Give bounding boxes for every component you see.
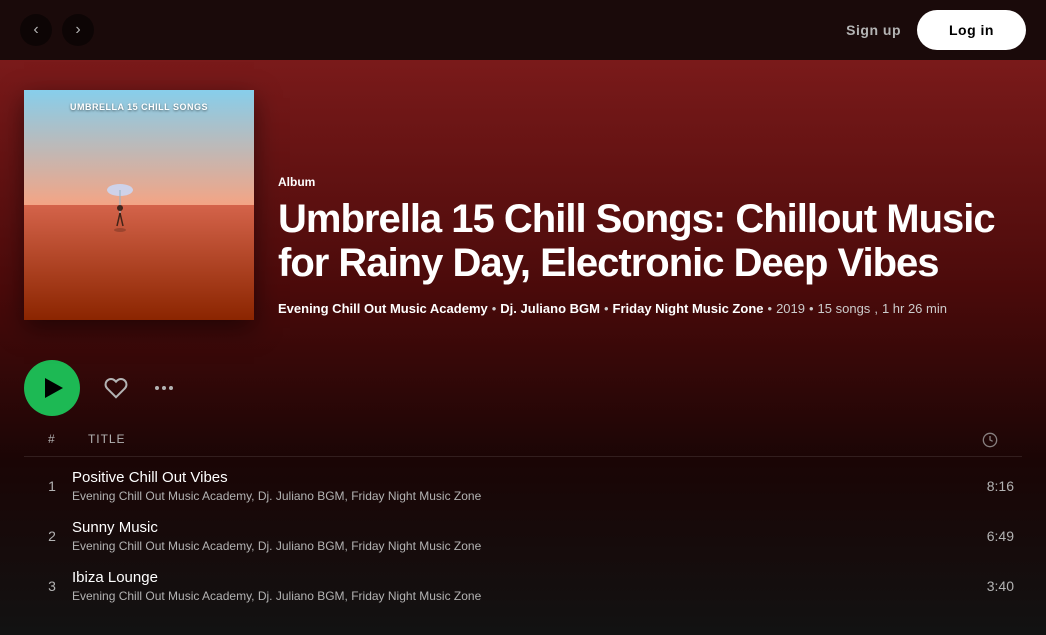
dot-sep-1: • [492, 301, 497, 316]
table-row[interactable]: 2 Sunny Music Evening Chill Out Music Ac… [8, 511, 1038, 561]
action-row [0, 344, 1046, 424]
track-number-1: 1 [32, 478, 72, 494]
artist-link-2[interactable]: Dj. Juliano BGM [500, 301, 600, 316]
album-duration: 1 hr 26 min [882, 301, 947, 316]
back-button[interactable]: ‹ [20, 14, 52, 46]
track-list: 1 Positive Chill Out Vibes Evening Chill… [0, 457, 1046, 615]
album-title: Umbrella 15 Chill Songs: Chillout Music … [278, 197, 1022, 285]
forward-button[interactable]: › [62, 14, 94, 46]
track-name-1: Positive Chill Out Vibes [72, 469, 934, 486]
track-artists-2: Evening Chill Out Music Academy, Dj. Jul… [72, 539, 934, 553]
clock-icon [982, 432, 998, 448]
track-duration-1: 8:16 [934, 478, 1014, 494]
heart-icon [104, 376, 128, 400]
track-artists-1: Evening Chill Out Music Academy, Dj. Jul… [72, 489, 934, 503]
artist-link-3[interactable]: Friday Night Music Zone [613, 301, 764, 316]
dot-sep-2: • [604, 301, 609, 316]
track-name-2: Sunny Music [72, 519, 934, 536]
log-in-button[interactable]: Log in [917, 10, 1026, 50]
table-row[interactable]: 1 Positive Chill Out Vibes Evening Chill… [8, 461, 1038, 511]
main-content: UMBRELLA 15 CHILL SONGS Album Umbrella 1… [0, 60, 1046, 635]
track-info-1: Positive Chill Out Vibes Evening Chill O… [72, 469, 934, 503]
dot-sep-5: , [874, 301, 878, 316]
cover-text: UMBRELLA 15 CHILL SONGS [70, 102, 208, 112]
artist-link-1[interactable]: Evening Chill Out Music Academy [278, 301, 488, 316]
ellipsis-icon [152, 376, 176, 400]
dot-sep-3: • [768, 301, 773, 316]
play-button[interactable] [24, 360, 80, 416]
track-info-2: Sunny Music Evening Chill Out Music Acad… [72, 519, 934, 553]
col-number: # [48, 432, 88, 448]
album-type-label: Album [278, 175, 1022, 189]
track-duration-3: 3:40 [934, 578, 1014, 594]
auth-buttons: Sign up Log in [846, 10, 1026, 50]
album-cover: UMBRELLA 15 CHILL SONGS [24, 90, 254, 320]
more-options-button[interactable] [152, 376, 176, 400]
track-duration-2: 6:49 [934, 528, 1014, 544]
track-number-2: 2 [32, 528, 72, 544]
track-name-3: Ibiza Lounge [72, 569, 934, 586]
album-year: 2019 [776, 301, 805, 316]
track-number-3: 3 [32, 578, 72, 594]
col-title: Title [88, 432, 918, 448]
album-header: UMBRELLA 15 CHILL SONGS Album Umbrella 1… [0, 60, 1046, 344]
track-artists-3: Evening Chill Out Music Academy, Dj. Jul… [72, 589, 934, 603]
like-button[interactable] [104, 376, 128, 400]
table-row[interactable]: 3 Ibiza Lounge Evening Chill Out Music A… [8, 561, 1038, 611]
cover-sea [24, 205, 254, 320]
cover-figure [105, 178, 135, 233]
album-info: Album Umbrella 15 Chill Songs: Chillout … [278, 175, 1022, 320]
col-duration [918, 432, 998, 448]
album-meta: Evening Chill Out Music Academy • Dj. Ju… [278, 301, 1022, 316]
top-bar: ‹ › Sign up Log in [0, 0, 1046, 60]
dot-sep-4: • [809, 301, 814, 316]
nav-buttons: ‹ › [20, 14, 94, 46]
track-list-header: # Title [24, 424, 1022, 457]
album-cover-art: UMBRELLA 15 CHILL SONGS [24, 90, 254, 320]
sign-up-button[interactable]: Sign up [846, 22, 901, 38]
play-icon [45, 378, 63, 398]
album-song-count: 15 songs [818, 301, 871, 316]
track-info-3: Ibiza Lounge Evening Chill Out Music Aca… [72, 569, 934, 603]
